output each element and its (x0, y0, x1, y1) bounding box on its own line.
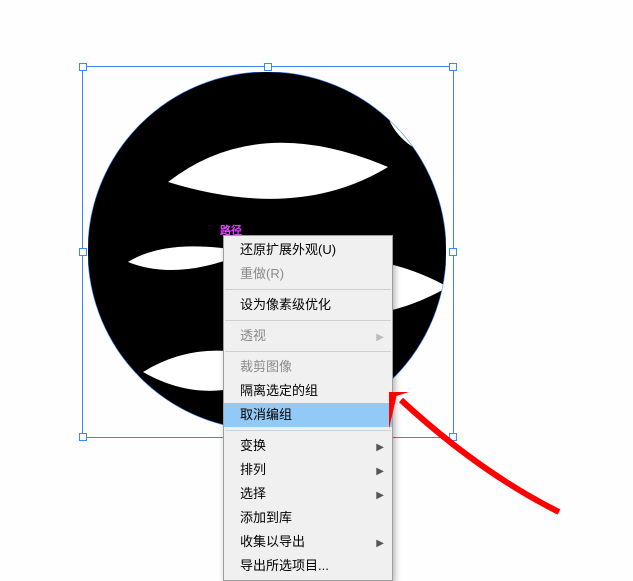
resize-handle-tr[interactable] (449, 63, 457, 71)
menu-redo-label: 重做(R) (240, 266, 284, 281)
menu-crop-image-label: 裁剪图像 (240, 359, 292, 374)
resize-handle-ml[interactable] (79, 248, 87, 256)
menu-arrange[interactable]: 排列 ▶ (224, 458, 392, 482)
chevron-right-icon: ▶ (376, 330, 384, 346)
menu-select-label: 选择 (240, 486, 266, 501)
resize-handle-br[interactable] (449, 433, 457, 441)
menu-collect-export[interactable]: 收集以导出 ▶ (224, 530, 392, 554)
menu-export-selection[interactable]: 导出所选项目... (224, 554, 392, 578)
menu-add-to-library[interactable]: 添加到库 (224, 506, 392, 530)
menu-separator (225, 430, 391, 431)
menu-ungroup-label: 取消编组 (240, 407, 292, 422)
menu-isolate-group[interactable]: 隔离选定的组 (224, 379, 392, 403)
chevron-right-icon: ▶ (376, 464, 384, 480)
chevron-right-icon: ▶ (376, 488, 384, 504)
menu-collect-export-label: 收集以导出 (240, 534, 305, 549)
menu-perspective-label: 透视 (240, 328, 266, 343)
menu-crop-image: 裁剪图像 (224, 355, 392, 379)
menu-undo-expand-label: 还原扩展外观(U) (240, 242, 336, 257)
menu-pixel-perfect-label: 设为像素级优化 (240, 297, 331, 312)
canvas-area[interactable]: 路径 还原扩展外观(U) 重做(R) 设为像素级优化 透视 ▶ 裁剪图像 隔离选… (0, 0, 633, 579)
resize-handle-tl[interactable] (79, 63, 87, 71)
menu-undo-expand[interactable]: 还原扩展外观(U) (224, 238, 392, 262)
resize-handle-tm[interactable] (264, 63, 272, 71)
menu-arrange-label: 排列 (240, 462, 266, 477)
menu-redo: 重做(R) (224, 262, 392, 286)
chevron-right-icon: ▶ (376, 536, 384, 552)
menu-isolate-group-label: 隔离选定的组 (240, 383, 318, 398)
menu-ungroup[interactable]: 取消编组 (224, 403, 392, 427)
menu-transform-label: 变换 (240, 438, 266, 453)
menu-perspective: 透视 ▶ (224, 324, 392, 348)
menu-add-to-library-label: 添加到库 (240, 510, 292, 525)
menu-separator (225, 351, 391, 352)
menu-pixel-perfect[interactable]: 设为像素级优化 (224, 293, 392, 317)
menu-export-selection-label: 导出所选项目... (240, 558, 329, 573)
menu-select[interactable]: 选择 ▶ (224, 482, 392, 506)
chevron-right-icon: ▶ (376, 440, 384, 456)
menu-transform[interactable]: 变换 ▶ (224, 434, 392, 458)
context-menu: 还原扩展外观(U) 重做(R) 设为像素级优化 透视 ▶ 裁剪图像 隔离选定的组… (223, 235, 393, 581)
menu-separator (225, 289, 391, 290)
resize-handle-mr[interactable] (449, 248, 457, 256)
menu-separator (225, 320, 391, 321)
resize-handle-bl[interactable] (79, 433, 87, 441)
